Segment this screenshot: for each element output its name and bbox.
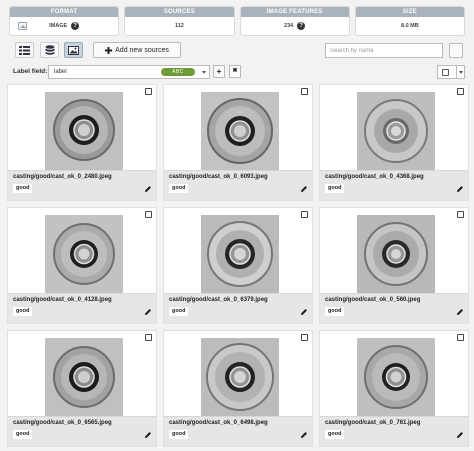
stats-bar: FORMAT IMAGE ? SOURCES 112 IMAGE FEATURE… [9, 6, 465, 36]
label-tag: good [325, 430, 345, 439]
chevron-down-icon[interactable] [456, 66, 465, 78]
database-icon [45, 45, 54, 55]
image-card[interactable]: casting/good/cast_ok_0_4128.jpeg good [7, 207, 157, 324]
file-name: casting/good/cast_ok_0_761.jpeg [325, 420, 421, 426]
file-name: casting/good/cast_ok_0_6565.jpeg [13, 420, 112, 426]
select-all-dropdown[interactable] [437, 65, 465, 79]
casting-thumbnail [45, 215, 123, 293]
pencil-icon[interactable] [456, 308, 464, 316]
pencil-icon[interactable] [456, 431, 464, 439]
add-sources-label: Add new sources [115, 46, 169, 54]
toolbar: Add new sources [9, 40, 465, 62]
file-name: casting/good/cast_ok_0_2480.jpeg [13, 174, 112, 180]
casting-thumbnail [357, 338, 435, 416]
list-view-button[interactable] [15, 42, 34, 58]
image-icon [68, 45, 79, 55]
stat-size: SIZE 8.0 MB [354, 6, 465, 36]
card-checkbox[interactable] [457, 334, 464, 341]
stat-sources: SOURCES 112 [124, 6, 235, 36]
label-tag: good [325, 184, 345, 193]
help-icon[interactable]: ? [71, 22, 80, 30]
file-name: casting/good/cast_ok_0_6093.jpeg [169, 174, 268, 180]
label-tag: good [169, 430, 189, 439]
casting-thumbnail [357, 92, 435, 170]
label-field-row: Label field: label ABC + ✖ [9, 64, 465, 80]
search-input[interactable] [325, 43, 443, 58]
card-checkbox[interactable] [457, 211, 464, 218]
add-sources-button[interactable]: Add new sources [93, 42, 181, 58]
card-checkbox[interactable] [301, 334, 308, 341]
card-checkbox[interactable] [145, 211, 152, 218]
casting-thumbnail [201, 338, 279, 416]
card-checkbox[interactable] [145, 88, 152, 95]
pencil-icon[interactable] [144, 185, 152, 193]
label-field-select[interactable]: label ABC [48, 65, 210, 79]
stat-value: 234 [284, 23, 294, 29]
help-icon[interactable]: ? [297, 22, 306, 30]
card-checkbox[interactable] [301, 211, 308, 218]
image-card[interactable]: casting/good/cast_ok_0_2480.jpeg good [7, 84, 157, 201]
select-all-checkbox[interactable] [442, 69, 449, 76]
card-checkbox[interactable] [145, 334, 152, 341]
label-field-value: label [54, 69, 67, 75]
casting-thumbnail [201, 92, 279, 170]
label-tag: good [13, 430, 33, 439]
database-view-button[interactable] [40, 42, 59, 58]
card-checkbox[interactable] [301, 88, 308, 95]
add-label-button[interactable]: + [213, 65, 225, 78]
file-name: casting/good/cast_ok_0_6379.jpeg [169, 297, 268, 303]
clear-label-button[interactable]: ✖ [229, 65, 241, 78]
list-icon [19, 45, 30, 55]
stat-image-features: IMAGE FEATURES 234 ? [239, 6, 350, 36]
stat-value: 112 [174, 23, 184, 29]
casting-thumbnail [45, 92, 123, 170]
stat-header: SIZE [355, 7, 464, 17]
file-name: casting/good/cast_ok_0_4368.jpeg [325, 174, 424, 180]
stat-value: IMAGE [49, 23, 68, 29]
casting-thumbnail [357, 215, 435, 293]
pencil-icon[interactable] [300, 308, 308, 316]
image-card[interactable]: casting/good/cast_ok_0_4368.jpeg good [319, 84, 469, 201]
toolbar-extra-button[interactable] [449, 43, 463, 58]
label-tag: good [169, 184, 189, 193]
image-card[interactable]: casting/good/cast_ok_0_6379.jpeg good [163, 207, 313, 324]
pencil-icon[interactable] [456, 185, 464, 193]
image-card[interactable]: casting/good/cast_ok_0_6093.jpeg good [163, 84, 313, 201]
label-tag: good [169, 307, 189, 316]
label-field-label: Label field: [13, 68, 48, 75]
image-card[interactable]: casting/good/cast_ok_0_6565.jpeg good [7, 330, 157, 447]
stat-header: IMAGE FEATURES [240, 7, 349, 17]
image-card[interactable]: casting/good/cast_ok_0_761.jpeg good [319, 330, 469, 447]
pencil-icon[interactable] [144, 308, 152, 316]
plus-icon [105, 46, 113, 54]
image-icon [18, 22, 27, 30]
casting-thumbnail [201, 215, 279, 293]
casting-thumbnail [45, 338, 123, 416]
label-tag: good [13, 184, 33, 193]
stat-value: 8.0 MB [401, 23, 419, 29]
stat-header: SOURCES [125, 7, 234, 17]
pencil-icon[interactable] [300, 431, 308, 439]
stat-format: FORMAT IMAGE ? [9, 6, 120, 36]
card-checkbox[interactable] [457, 88, 464, 95]
pencil-icon[interactable] [300, 185, 308, 193]
image-card[interactable]: casting/good/cast_ok_0_560.jpeg good [319, 207, 469, 324]
file-name: casting/good/cast_ok_0_4128.jpeg [13, 297, 112, 303]
file-name: casting/good/cast_ok_0_560.jpeg [325, 297, 421, 303]
image-view-button[interactable] [64, 42, 83, 58]
image-card[interactable]: casting/good/cast_ok_0_6498.jpeg good [163, 330, 313, 447]
stat-header: FORMAT [10, 7, 119, 17]
field-type-badge: ABC [161, 68, 195, 76]
chevron-down-icon [202, 71, 206, 74]
label-tag: good [325, 307, 345, 316]
label-tag: good [13, 307, 33, 316]
file-name: casting/good/cast_ok_0_6498.jpeg [169, 420, 268, 426]
pencil-icon[interactable] [144, 431, 152, 439]
